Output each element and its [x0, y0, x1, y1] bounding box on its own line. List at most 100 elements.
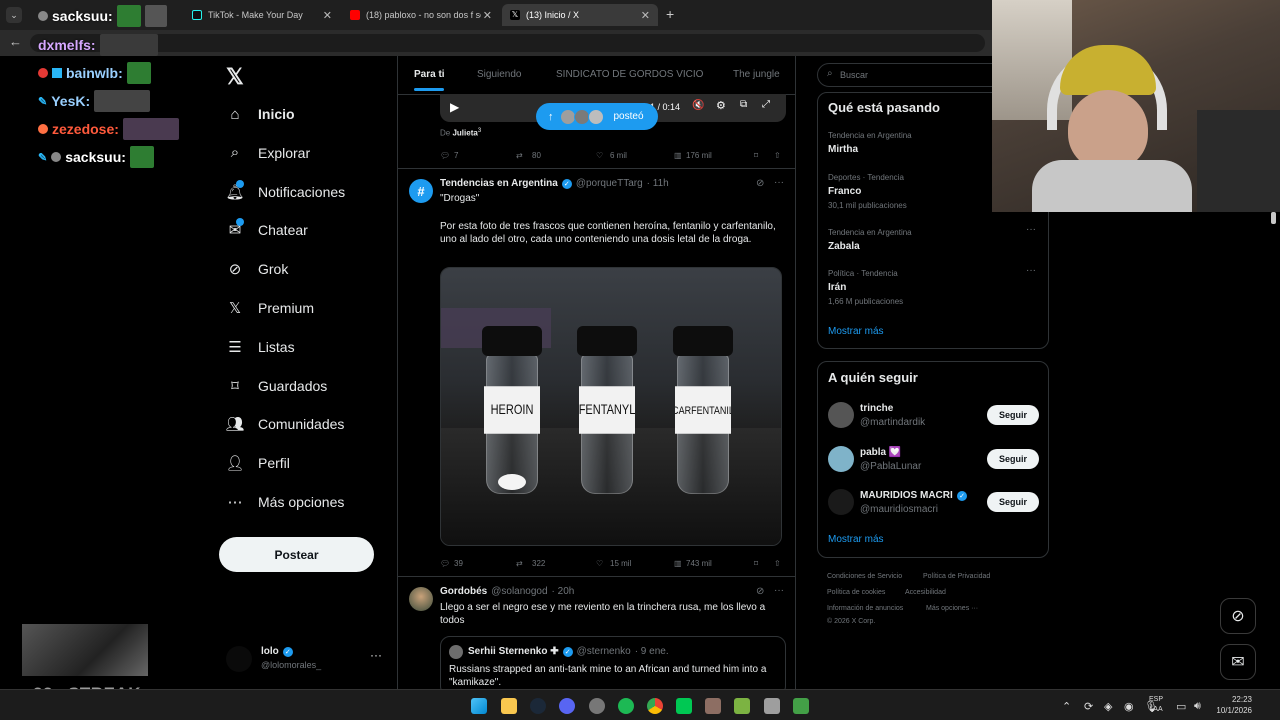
close-tab-icon[interactable]: ✕ — [641, 9, 650, 22]
share-icon[interactable]: ⇧ — [774, 151, 781, 160]
tray-icon[interactable]: ◉ — [1124, 700, 1134, 713]
spotify-icon[interactable] — [618, 698, 634, 714]
app-icon[interactable] — [734, 698, 750, 714]
follow-button[interactable]: Seguir — [987, 492, 1039, 512]
app-icon[interactable] — [676, 698, 692, 714]
steam-icon[interactable] — [530, 698, 546, 714]
discord-icon[interactable] — [559, 698, 575, 714]
repost-icon[interactable]: ⇄ — [516, 151, 523, 160]
settings-icon[interactable]: ⚙ — [716, 99, 726, 112]
nav-item-chatear[interactable]: ✉ Chatear — [226, 218, 308, 239]
nav-item-más-opciones[interactable]: ⋯ Más opciones — [226, 493, 345, 511]
more-icon[interactable]: ··· — [1026, 265, 1036, 276]
nav-item-listas[interactable]: ☰ Listas — [226, 338, 294, 356]
chat-line: ✎ sacksuu: — [38, 146, 154, 168]
mute-icon[interactable]: 🔇 — [692, 100, 704, 111]
grok-float-button[interactable]: ⊘ — [1220, 598, 1256, 634]
like-icon[interactable]: ♡ — [596, 151, 603, 160]
browser-tab-tiktok[interactable]: TikTok - Make Your Day ✕ — [184, 4, 340, 26]
app-icon[interactable] — [705, 698, 721, 714]
language-indicator[interactable]: ESP LAA — [1149, 695, 1163, 715]
app-icon[interactable] — [589, 698, 605, 714]
follow-button[interactable]: Seguir — [987, 405, 1039, 425]
bookmark-icon[interactable]: ⌑ — [754, 559, 758, 568]
nav-item-perfil[interactable]: 👤︎ Perfil — [225, 454, 289, 472]
trend-name[interactable]: Zabala — [828, 241, 860, 252]
chevron-up-icon[interactable]: ⌃ — [1062, 700, 1071, 713]
views-icon[interactable]: ▥ — [674, 151, 682, 160]
more-icon[interactable]: ··· — [774, 585, 784, 596]
scrollbar[interactable] — [1271, 212, 1276, 224]
volume-icon[interactable]: 🔊︎ — [1194, 700, 1201, 713]
windows-start-icon[interactable] — [471, 698, 487, 714]
vial-cap — [482, 326, 542, 356]
nav-item-explorar[interactable]: ⌕ Explorar — [226, 144, 310, 162]
follow-name[interactable]: trinche — [860, 403, 893, 414]
browser-tab-youtube[interactable]: (18) pabloxo - no son dos f son ✕ — [342, 4, 500, 26]
tab-search-dropdown-icon[interactable]: ⌄ — [6, 7, 22, 23]
footer-link[interactable]: Política de Privacidad — [923, 573, 990, 580]
nav-item-grok[interactable]: ⊘ Grok — [226, 260, 289, 278]
share-icon[interactable]: ⇧ — [774, 559, 781, 568]
pip-icon[interactable]: ⧉ — [740, 99, 747, 110]
footer-link[interactable]: Más opciones ··· — [926, 605, 978, 612]
fullscreen-icon[interactable]: ⤢ — [762, 99, 770, 110]
follow-name[interactable]: MAURIDIOS MACRI — [860, 490, 953, 501]
nav-item-notificaciones[interactable]: 🔔︎ Notificaciones — [225, 179, 345, 201]
grok-icon[interactable]: ⊘ — [756, 178, 764, 189]
play-icon[interactable]: ▶ — [450, 100, 459, 114]
reply-icon[interactable]: 💬︎ — [440, 559, 450, 568]
views-icon[interactable]: ▥ — [674, 559, 682, 568]
follow-handle: @mauridiosmacri — [860, 504, 938, 515]
close-tab-icon[interactable]: ✕ — [483, 9, 492, 22]
nav-item-guardados[interactable]: ⌑ Guardados — [226, 377, 327, 395]
nav-item-comunidades[interactable]: 👥︎ Comunidades — [225, 415, 344, 433]
nav-item-premium[interactable]: 𝕏 Premium — [226, 299, 314, 317]
footer-link[interactable]: Accesibilidad — [905, 589, 946, 596]
trend-name[interactable]: Irán — [828, 282, 846, 293]
more-icon[interactable]: ··· — [370, 648, 382, 662]
tray-icon[interactable]: ⟳ — [1084, 700, 1093, 713]
file-explorer-icon[interactable] — [501, 698, 517, 714]
x-logo-icon[interactable]: 𝕏 — [226, 64, 244, 90]
more-icon[interactable]: ··· — [774, 177, 784, 188]
tab-sindicato[interactable]: SINDICATO DE GORDOS VICIO — [556, 69, 703, 80]
post-button[interactable]: Postear — [219, 537, 374, 572]
app-icon[interactable] — [793, 698, 809, 714]
account-switcher[interactable]: lolo ✓ @lolomorales_ ··· — [226, 640, 386, 680]
trend-name[interactable]: Franco — [828, 186, 861, 197]
trend-name[interactable]: Mirtha — [828, 144, 858, 155]
url-field[interactable] — [30, 34, 985, 52]
messages-float-button[interactable]: ✉ — [1220, 644, 1256, 680]
reply-icon[interactable]: 💬︎ — [440, 151, 450, 160]
show-more-link[interactable]: Mostrar más — [828, 326, 884, 337]
browser-tab-x[interactable]: 𝕏 (13) Inicio / X ✕ — [502, 4, 658, 26]
follow-button[interactable]: Seguir — [987, 448, 1039, 469]
show-more-link[interactable]: Mostrar más — [828, 534, 884, 545]
nav-item-inicio[interactable]: ⌂ Inicio — [226, 105, 294, 123]
vial-label: FENTANYL — [579, 386, 635, 434]
new-posts-pill[interactable]: ↑ posteó — [536, 103, 658, 130]
bookmark-icon[interactable]: ⌑ — [754, 151, 758, 160]
footer-link[interactable]: Política de cookies — [827, 589, 885, 596]
more-icon[interactable]: ··· — [1026, 224, 1036, 235]
grok-icon[interactable]: ⊘ — [756, 586, 764, 597]
new-tab-button[interactable]: + — [666, 6, 674, 22]
network-icon[interactable]: ▭ — [1176, 700, 1186, 713]
app-icon[interactable] — [764, 698, 780, 714]
quoted-post[interactable]: Serhii Sternenko ✚ ✓ @sternenko · 9 ene.… — [440, 636, 786, 689]
back-arrow-icon[interactable]: ← — [9, 34, 22, 49]
tab-siguiendo[interactable]: Siguiendo — [477, 69, 521, 80]
post-header: Tendencias en Argentina ✓ @porqueTTarg ·… — [440, 178, 669, 189]
tab-para-ti[interactable]: Para ti — [414, 69, 445, 80]
close-tab-icon[interactable]: ✕ — [323, 9, 332, 22]
tab-the-jungle[interactable]: The jungle — [733, 69, 780, 80]
footer-link[interactable]: Información de anuncios — [827, 605, 903, 612]
clock[interactable]: 22:23 10/1/2026 — [1212, 694, 1252, 716]
like-icon[interactable]: ♡ — [596, 559, 603, 568]
repost-icon[interactable]: ⇄ — [516, 559, 523, 568]
chrome-icon[interactable] — [647, 698, 663, 714]
footer-link[interactable]: Condiciones de Servicio — [827, 573, 902, 580]
tray-icon[interactable]: ◈ — [1104, 700, 1112, 713]
follow-name[interactable]: pabla 💟 — [860, 447, 901, 458]
